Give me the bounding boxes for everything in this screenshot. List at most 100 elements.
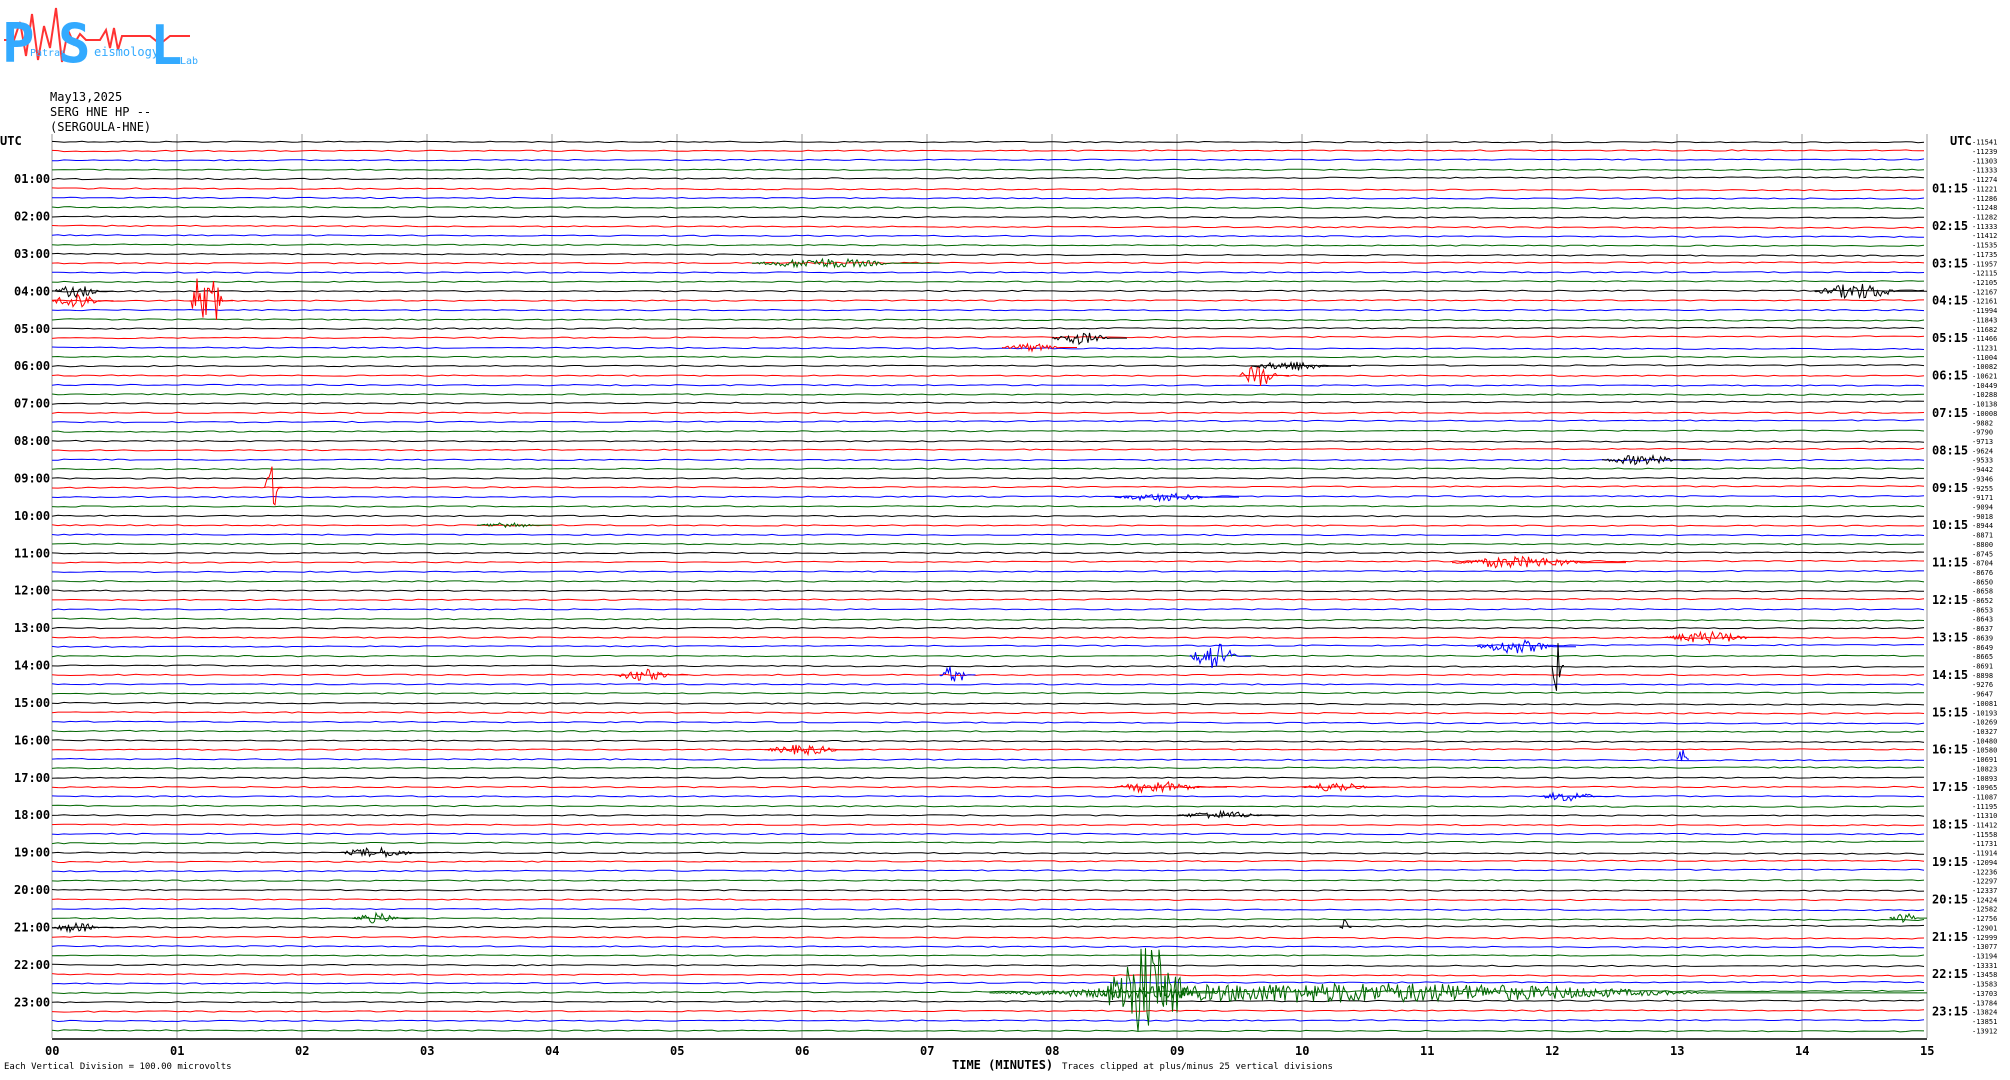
left-hour-0200: 02:00 (14, 210, 50, 224)
offset-label-54: -8649 (1972, 644, 1993, 652)
trace-21 (51, 335, 1925, 340)
x-tick-05: 05 (670, 1044, 684, 1058)
offset-label-67: -10823 (1972, 765, 1997, 773)
trace-13 (51, 261, 1925, 265)
trace-58 (51, 683, 1925, 686)
trace-25 (51, 374, 1925, 377)
offset-label-20: -11682 (1972, 326, 1997, 334)
helicorder-plot: 01:00 02:00 03:00 04:00 05:00 06:00 07:00 08:00… (14, 134, 1997, 1058)
x-tick-04: 04 (545, 1044, 559, 1058)
offset-label-91: -13703 (1972, 990, 1997, 998)
event-24 (1539, 791, 1615, 802)
trace-12 (51, 252, 1925, 257)
event-5 (1051, 332, 1127, 346)
offset-label-56: -8691 (1972, 663, 1993, 671)
offset-label-90: -13583 (1972, 981, 1997, 989)
trace-6 (51, 196, 1925, 200)
scale-note: Each Vertical Division = 100.00 microvol… (4, 1062, 232, 1072)
offset-label-10: -11412 (1972, 232, 1997, 240)
right-hour-0315: 03:15 (1932, 256, 1968, 270)
trace-66 (51, 757, 1925, 762)
trace-41 (51, 524, 1925, 527)
left-hour-1300: 13:00 (14, 621, 50, 635)
offset-label-75: -11731 (1972, 840, 1997, 848)
offset-label-69: -10965 (1972, 784, 1997, 792)
right-hour-0115: 01:15 (1932, 181, 1968, 195)
offset-label-53: -8639 (1972, 634, 1993, 642)
x-tick-01: 01 (170, 1044, 184, 1058)
seismic-traces (51, 140, 1925, 1033)
right-hour-0215: 02:15 (1932, 219, 1968, 233)
offset-label-46: -8676 (1972, 569, 1993, 577)
event-27 (1889, 912, 1927, 924)
trace-73 (51, 823, 1925, 827)
offset-label-49: -8652 (1972, 597, 1993, 605)
event-9 (264, 466, 283, 506)
left-hour-0600: 06:00 (14, 359, 50, 373)
offset-label-80: -12337 (1972, 887, 1997, 895)
offset-label-45: -8704 (1972, 560, 1993, 568)
offset-label-3: -11333 (1972, 167, 1997, 175)
offset-label-27: -10288 (1972, 391, 1997, 399)
offset-label-55: -8665 (1972, 653, 1993, 661)
trace-18 (51, 308, 1925, 312)
x-tick-labels: 00 01 02 03 04 05 06 07 08 09 10 11 12 13 14 15 (45, 1044, 1934, 1058)
offset-label-11: -11535 (1972, 242, 1997, 250)
trace-46 (51, 569, 1925, 574)
offset-label-61: -10193 (1972, 709, 1997, 717)
offset-label-0: -11541 (1972, 139, 1997, 147)
right-hour-0615: 06:15 (1932, 369, 1968, 383)
offset-label-59: -9647 (1972, 691, 1993, 699)
x-tick-13: 13 (1670, 1044, 1684, 1058)
trace-24 (51, 364, 1925, 368)
trace-70 (51, 795, 1925, 798)
left-hour-2200: 22:00 (14, 958, 50, 972)
trace-8 (51, 215, 1925, 219)
left-hour-2300: 23:00 (14, 995, 50, 1009)
right-hour-0715: 07:15 (1932, 406, 1968, 420)
offset-label-88: -13331 (1972, 962, 1997, 970)
offset-label-6: -11286 (1972, 195, 1997, 203)
right-hour-labels: 01:15 02:15 03:15 04:15 05:15 06:15 07:15 08:15… (1932, 181, 1968, 1018)
x-tick-15: 15 (1920, 1044, 1934, 1058)
offset-label-4: -11274 (1972, 176, 1997, 184)
event-18 (939, 666, 976, 682)
x-tick-03: 03 (420, 1044, 434, 1058)
trace-10 (51, 234, 1924, 238)
offset-label-63: -10327 (1972, 728, 1997, 736)
offset-label-2: -11303 (1972, 157, 1997, 165)
offset-label-26: -10449 (1972, 382, 1997, 390)
left-hour-0400: 04:00 (14, 284, 50, 298)
event-6 (1001, 342, 1077, 353)
offset-label-21: -11466 (1972, 335, 1997, 343)
trace-72 (51, 814, 1925, 817)
left-hour-0500: 05:00 (14, 322, 50, 336)
event-21 (1676, 749, 1689, 762)
trace-77 (51, 859, 1925, 864)
trace-5 (51, 187, 1925, 192)
right-hour-0815: 08:15 (1932, 443, 1968, 457)
event-12 (476, 522, 552, 529)
offset-label-89: -13458 (1972, 971, 1997, 979)
trace-22 (51, 346, 1925, 351)
trace-19 (51, 318, 1925, 322)
trace-31 (51, 429, 1925, 433)
offset-label-43: -8800 (1972, 541, 1993, 549)
left-hour-2100: 21:00 (14, 920, 50, 934)
trace-86 (51, 945, 1924, 949)
trace-0 (51, 140, 1925, 144)
offset-label-95: -13912 (1972, 1027, 1997, 1035)
offset-label-73: -11412 (1972, 822, 1997, 830)
offset-label-34: -9533 (1972, 457, 1993, 465)
trace-17 (51, 299, 1925, 302)
offset-label-36: -9346 (1972, 475, 1993, 483)
trace-44 (51, 551, 1925, 555)
offset-label-77: -12094 (1972, 859, 1997, 867)
trace-36 (51, 476, 1925, 480)
trace-14 (52, 271, 1925, 274)
event-30 (1339, 919, 1352, 930)
left-hour-0800: 08:00 (14, 434, 50, 448)
trace-32 (51, 439, 1925, 443)
offset-label-62: -10269 (1972, 719, 1997, 727)
right-hour-1515: 15:15 (1932, 705, 1968, 719)
